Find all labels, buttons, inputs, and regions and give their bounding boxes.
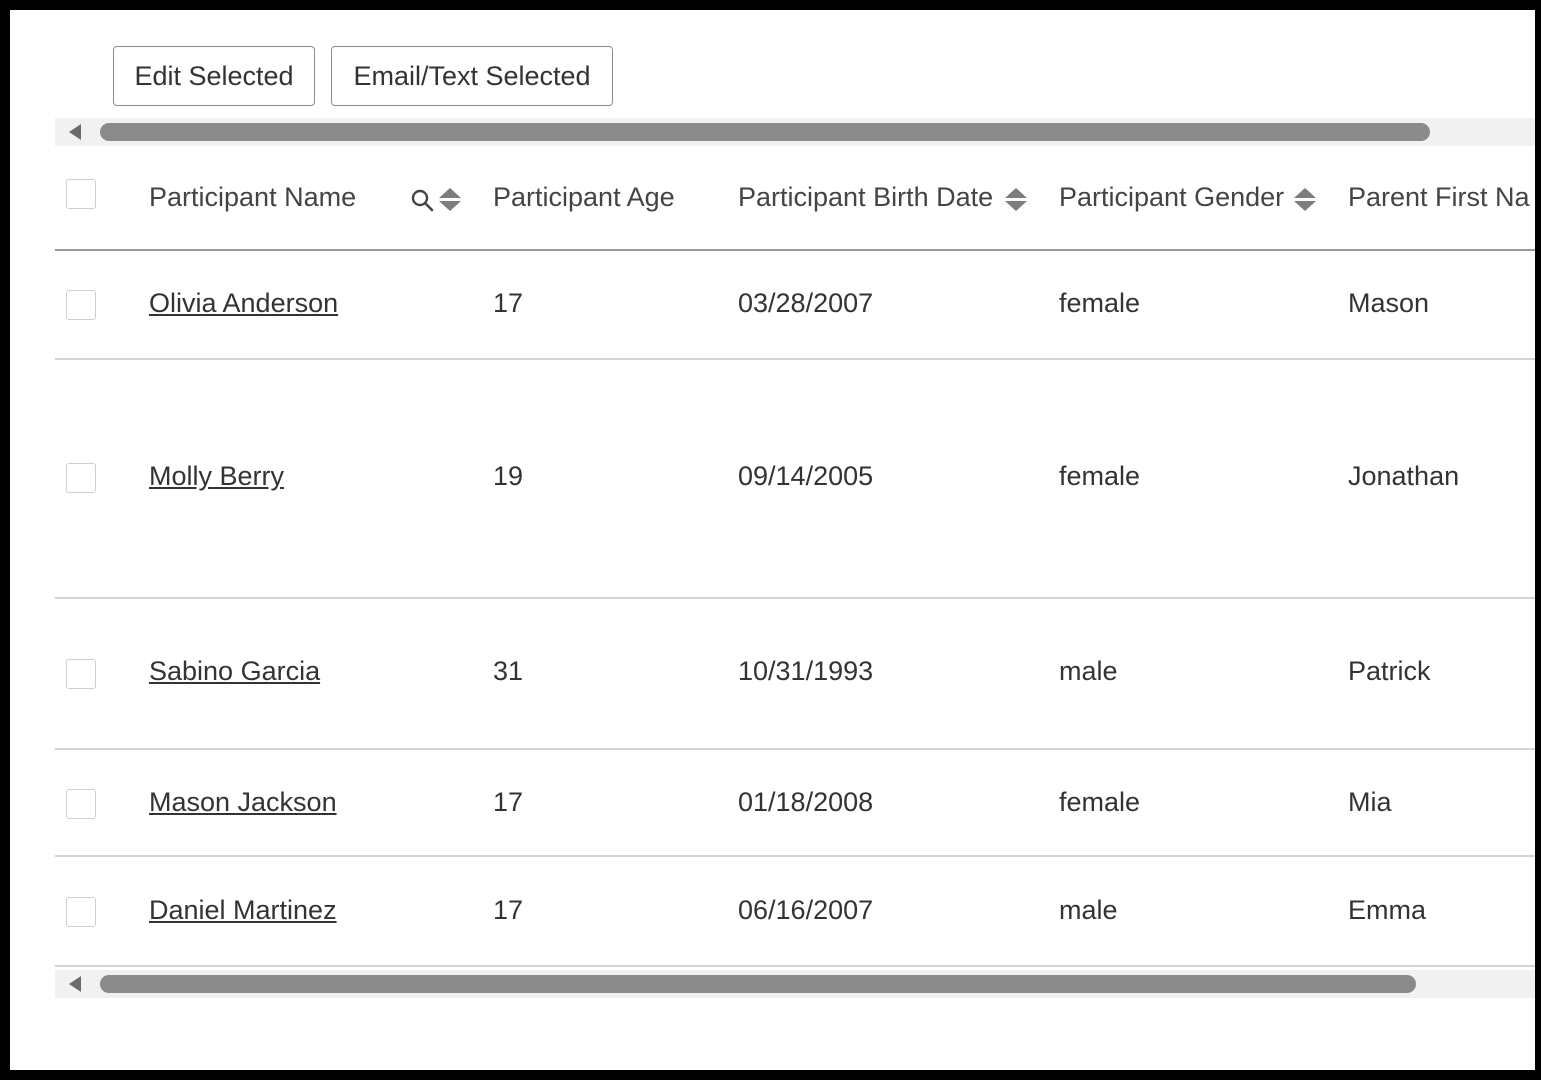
top-horizontal-scrollbar[interactable] — [55, 118, 1535, 146]
sort-icon[interactable] — [1294, 188, 1316, 212]
edit-selected-button[interactable]: Edit Selected — [113, 46, 315, 106]
bottom-horizontal-scrollbar[interactable] — [55, 970, 1535, 998]
row-checkbox[interactable] — [66, 897, 96, 927]
row-checkbox[interactable] — [66, 659, 96, 689]
table-panel: Edit Selected Email/Text Selected Partic… — [10, 10, 1535, 1070]
email-text-selected-button[interactable]: Email/Text Selected — [331, 46, 613, 106]
table-row: Olivia Anderson 17 03/28/2007 female Mas… — [55, 251, 1535, 360]
table-row: Sabino Garcia 31 10/31/1993 male Patrick — [55, 599, 1535, 750]
sort-icon[interactable] — [439, 188, 461, 212]
header-participant-name[interactable]: Participant Name — [149, 182, 356, 213]
parent-first-name: Mia — [1348, 787, 1392, 817]
parent-first-name: Jonathan — [1348, 461, 1460, 491]
participant-gender: male — [1059, 656, 1118, 686]
table-header-row: Participant Name Participant Age Partici… — [55, 146, 1535, 251]
table-row: Daniel Martinez 17 06/16/2007 male Emma — [55, 857, 1535, 967]
parent-first-name: Emma — [1348, 895, 1427, 925]
participant-age: 17 — [493, 787, 524, 817]
participant-name-link[interactable]: Daniel Martinez — [149, 895, 337, 926]
row-checkbox[interactable] — [66, 290, 96, 320]
header-participant-birth-date[interactable]: Participant Birth Date — [738, 182, 993, 213]
participant-birth-date: 10/31/1993 — [738, 656, 874, 686]
search-icon[interactable] — [410, 188, 434, 212]
participant-gender: female — [1059, 787, 1141, 817]
header-participant-age[interactable]: Participant Age — [493, 182, 675, 213]
row-checkbox[interactable] — [66, 789, 96, 819]
table-row: Molly Berry 19 09/14/2005 female Jonatha… — [55, 360, 1535, 599]
sort-icon[interactable] — [1005, 188, 1027, 212]
participant-name-link[interactable]: Molly Berry — [149, 461, 284, 492]
header-parent-first-name[interactable]: Parent First Na — [1348, 182, 1530, 213]
scrollbar-thumb[interactable] — [100, 123, 1430, 141]
select-all-checkbox[interactable] — [66, 179, 96, 209]
parent-first-name: Patrick — [1348, 656, 1431, 686]
participant-gender: male — [1059, 895, 1118, 925]
row-checkbox[interactable] — [66, 463, 96, 493]
header-participant-gender[interactable]: Participant Gender — [1059, 182, 1284, 213]
participant-birth-date: 09/14/2005 — [738, 461, 874, 491]
parent-first-name: Mason — [1348, 288, 1430, 318]
participant-birth-date: 03/28/2007 — [738, 288, 874, 318]
participant-name-link[interactable]: Sabino Garcia — [149, 656, 320, 687]
participant-birth-date: 01/18/2008 — [738, 787, 874, 817]
participant-age: 17 — [493, 288, 524, 318]
scrollbar-thumb[interactable] — [100, 975, 1416, 993]
participant-name-link[interactable]: Mason Jackson — [149, 787, 337, 818]
table-row: Mason Jackson 17 01/18/2008 female Mia — [55, 750, 1535, 857]
participant-age: 19 — [493, 461, 524, 491]
participant-name-link[interactable]: Olivia Anderson — [149, 288, 338, 319]
participant-gender: female — [1059, 461, 1141, 491]
participant-birth-date: 06/16/2007 — [738, 895, 874, 925]
left-arrow-icon[interactable] — [69, 976, 81, 992]
participant-age: 17 — [493, 895, 524, 925]
participant-gender: female — [1059, 288, 1141, 318]
left-arrow-icon[interactable] — [69, 124, 81, 140]
participant-age: 31 — [493, 656, 524, 686]
